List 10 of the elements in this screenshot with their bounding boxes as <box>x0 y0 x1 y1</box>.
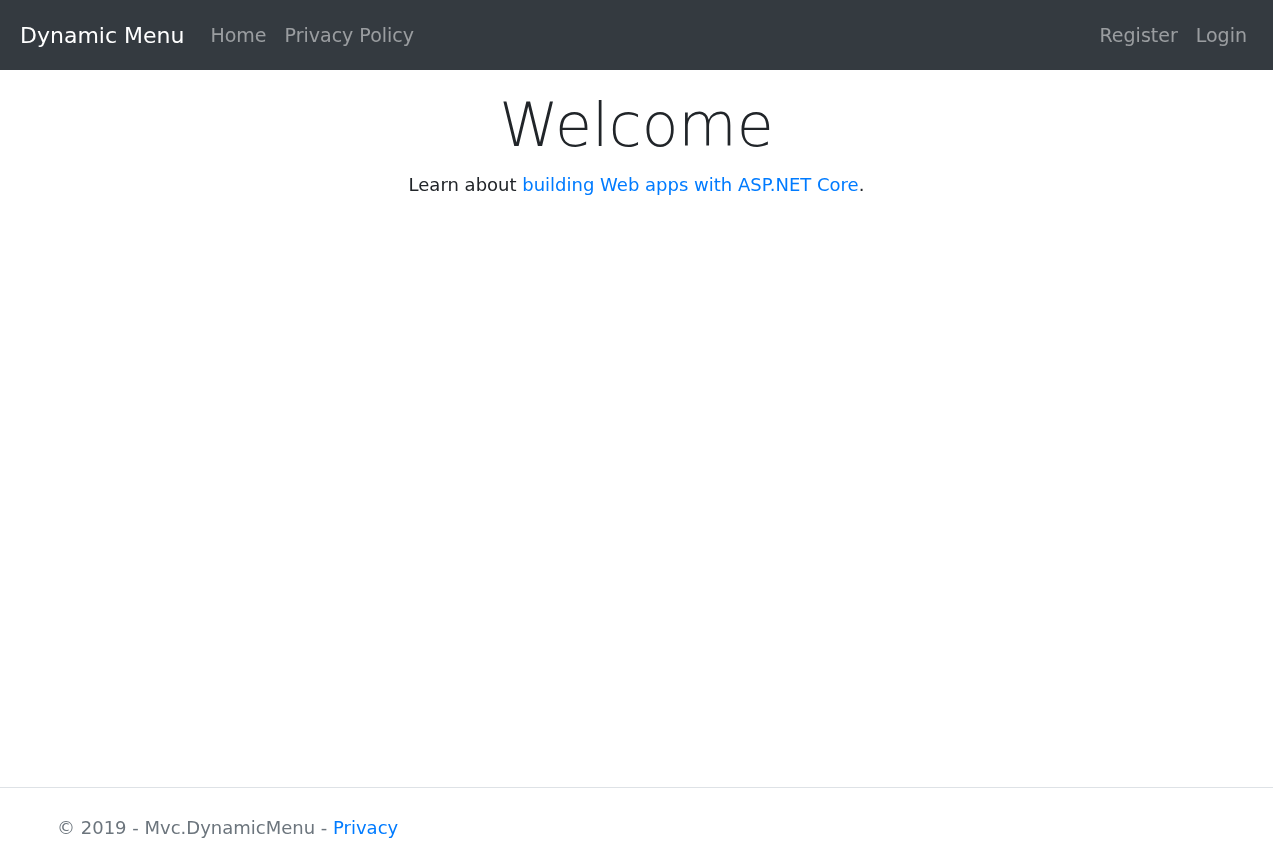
nav-link[interactable]: Register <box>1099 20 1178 50</box>
footer-text: © 2019 - Mvc.DynamicMenu - Privacy <box>57 816 399 840</box>
nav-link[interactable]: Privacy Policy <box>284 20 414 50</box>
nav-link[interactable]: Home <box>210 20 267 50</box>
intro-text: Learn about building Web apps with ASP.NET Core. <box>408 173 865 197</box>
nav-link[interactable]: Login <box>1195 20 1247 50</box>
brand-link[interactable]: Dynamic Menu <box>20 18 185 52</box>
text-link[interactable]: Privacy <box>333 817 399 838</box>
text-link[interactable]: building Web apps with ASP.NET Core <box>522 174 859 195</box>
welcome-heading: Welcome <box>499 89 774 162</box>
